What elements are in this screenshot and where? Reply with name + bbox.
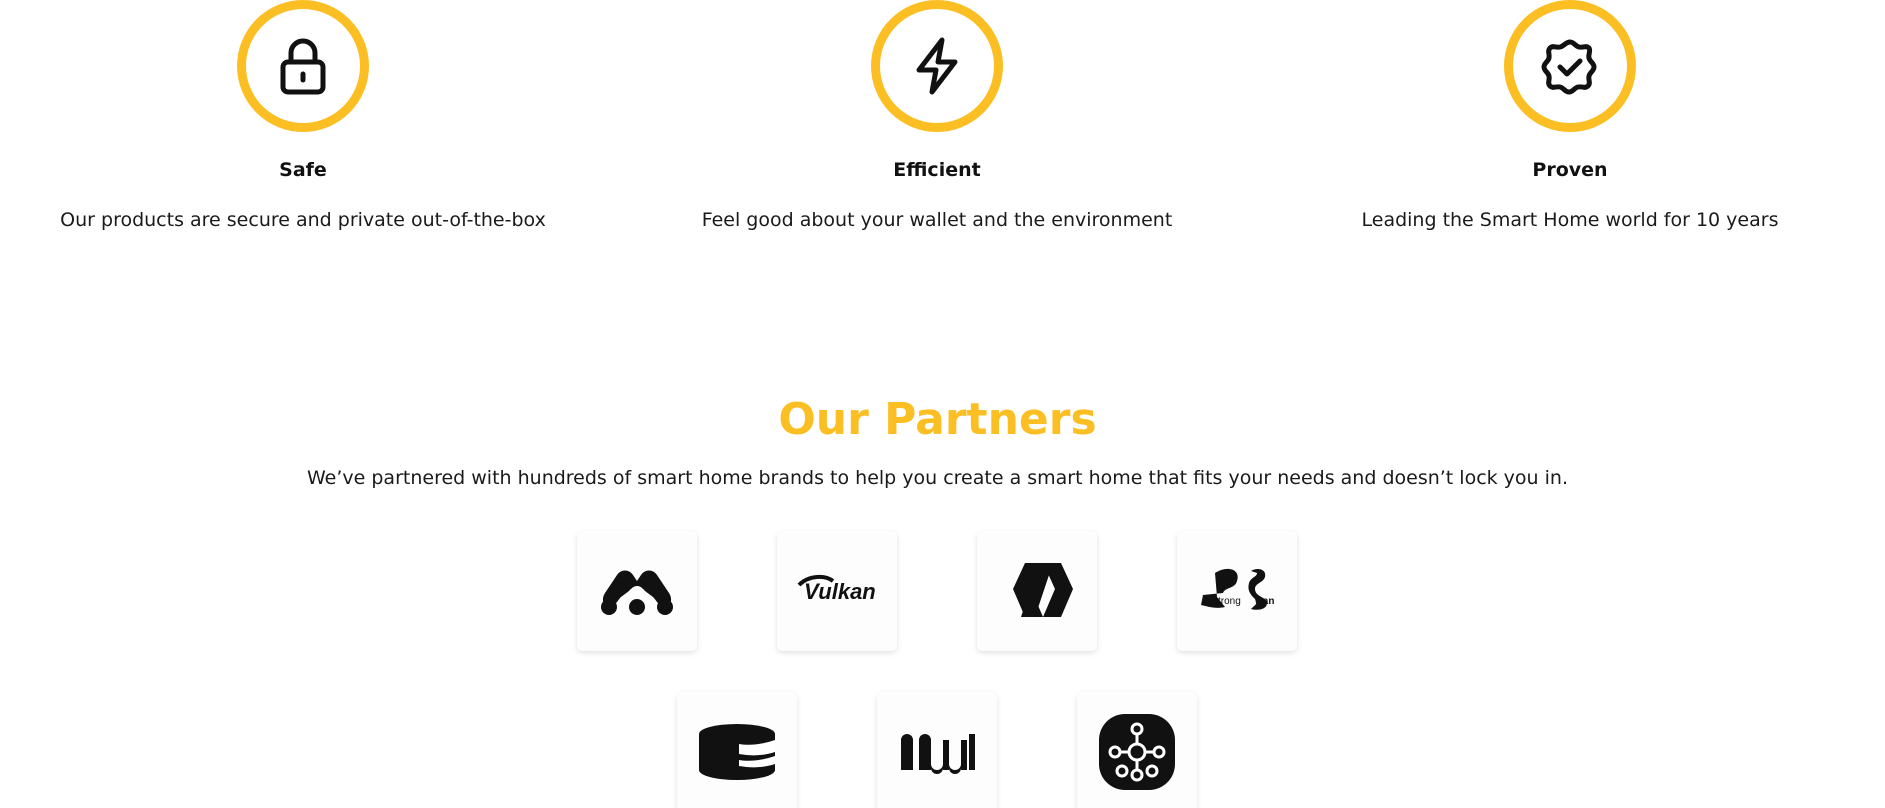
- feature-title: Proven: [1532, 159, 1608, 181]
- features-section: Safe Our products are secure and private…: [0, 0, 1885, 250]
- feature-description: Feel good about your wallet and the envi…: [701, 209, 1173, 231]
- feature-efficient: Efficient Feel good about your wallet an…: [637, 0, 1237, 232]
- badge-check-icon: [1541, 39, 1597, 95]
- partner-card-cakephp[interactable]: [677, 692, 797, 808]
- feature-description: Our products are secure and private out-…: [60, 209, 546, 231]
- feature-safe: Safe Our products are secure and private…: [3, 0, 603, 232]
- polymer-logo-icon: [1013, 563, 1073, 617]
- partner-card-mendeley[interactable]: [577, 531, 697, 651]
- feature-title: Safe: [279, 159, 327, 181]
- feature-safe-ring: [237, 0, 369, 132]
- lightning-bolt-icon: [916, 37, 958, 95]
- vulkan-logo-icon: Vulkan: [797, 574, 876, 604]
- partner-card-smartthings[interactable]: [1077, 692, 1197, 808]
- cakephp-logo-icon: [699, 724, 775, 780]
- strongswan-logo-icon: strong wan: [1201, 568, 1274, 610]
- partners-title: Our Partners: [778, 394, 1097, 445]
- feature-proven-ring: [1504, 0, 1636, 132]
- partner-card-strongswan[interactable]: strong wan: [1177, 531, 1297, 651]
- partners-subtitle: We’ve partnered with hundreds of smart h…: [307, 467, 1568, 489]
- lock-icon: [280, 38, 326, 95]
- feature-proven: Proven Leading the Smart Home world for …: [1270, 0, 1870, 232]
- feature-description: Leading the Smart Home world for 10 year…: [1361, 209, 1779, 231]
- mendeley-logo-icon: [601, 570, 673, 615]
- smartthings-logo-icon: [1099, 714, 1175, 790]
- partner-card-muni[interactable]: [877, 692, 997, 808]
- partner-card-polymer[interactable]: [977, 531, 1097, 651]
- strongswan-text-left: strong: [1213, 596, 1241, 607]
- vulkan-logo-text: Vulkan: [804, 579, 876, 604]
- feature-title: Efficient: [893, 159, 981, 181]
- partner-card-vulkan[interactable]: Vulkan: [777, 531, 897, 651]
- strongswan-text-right: wan: [1254, 596, 1274, 607]
- muni-logo-icon: [901, 734, 975, 774]
- feature-efficient-ring: [871, 0, 1003, 132]
